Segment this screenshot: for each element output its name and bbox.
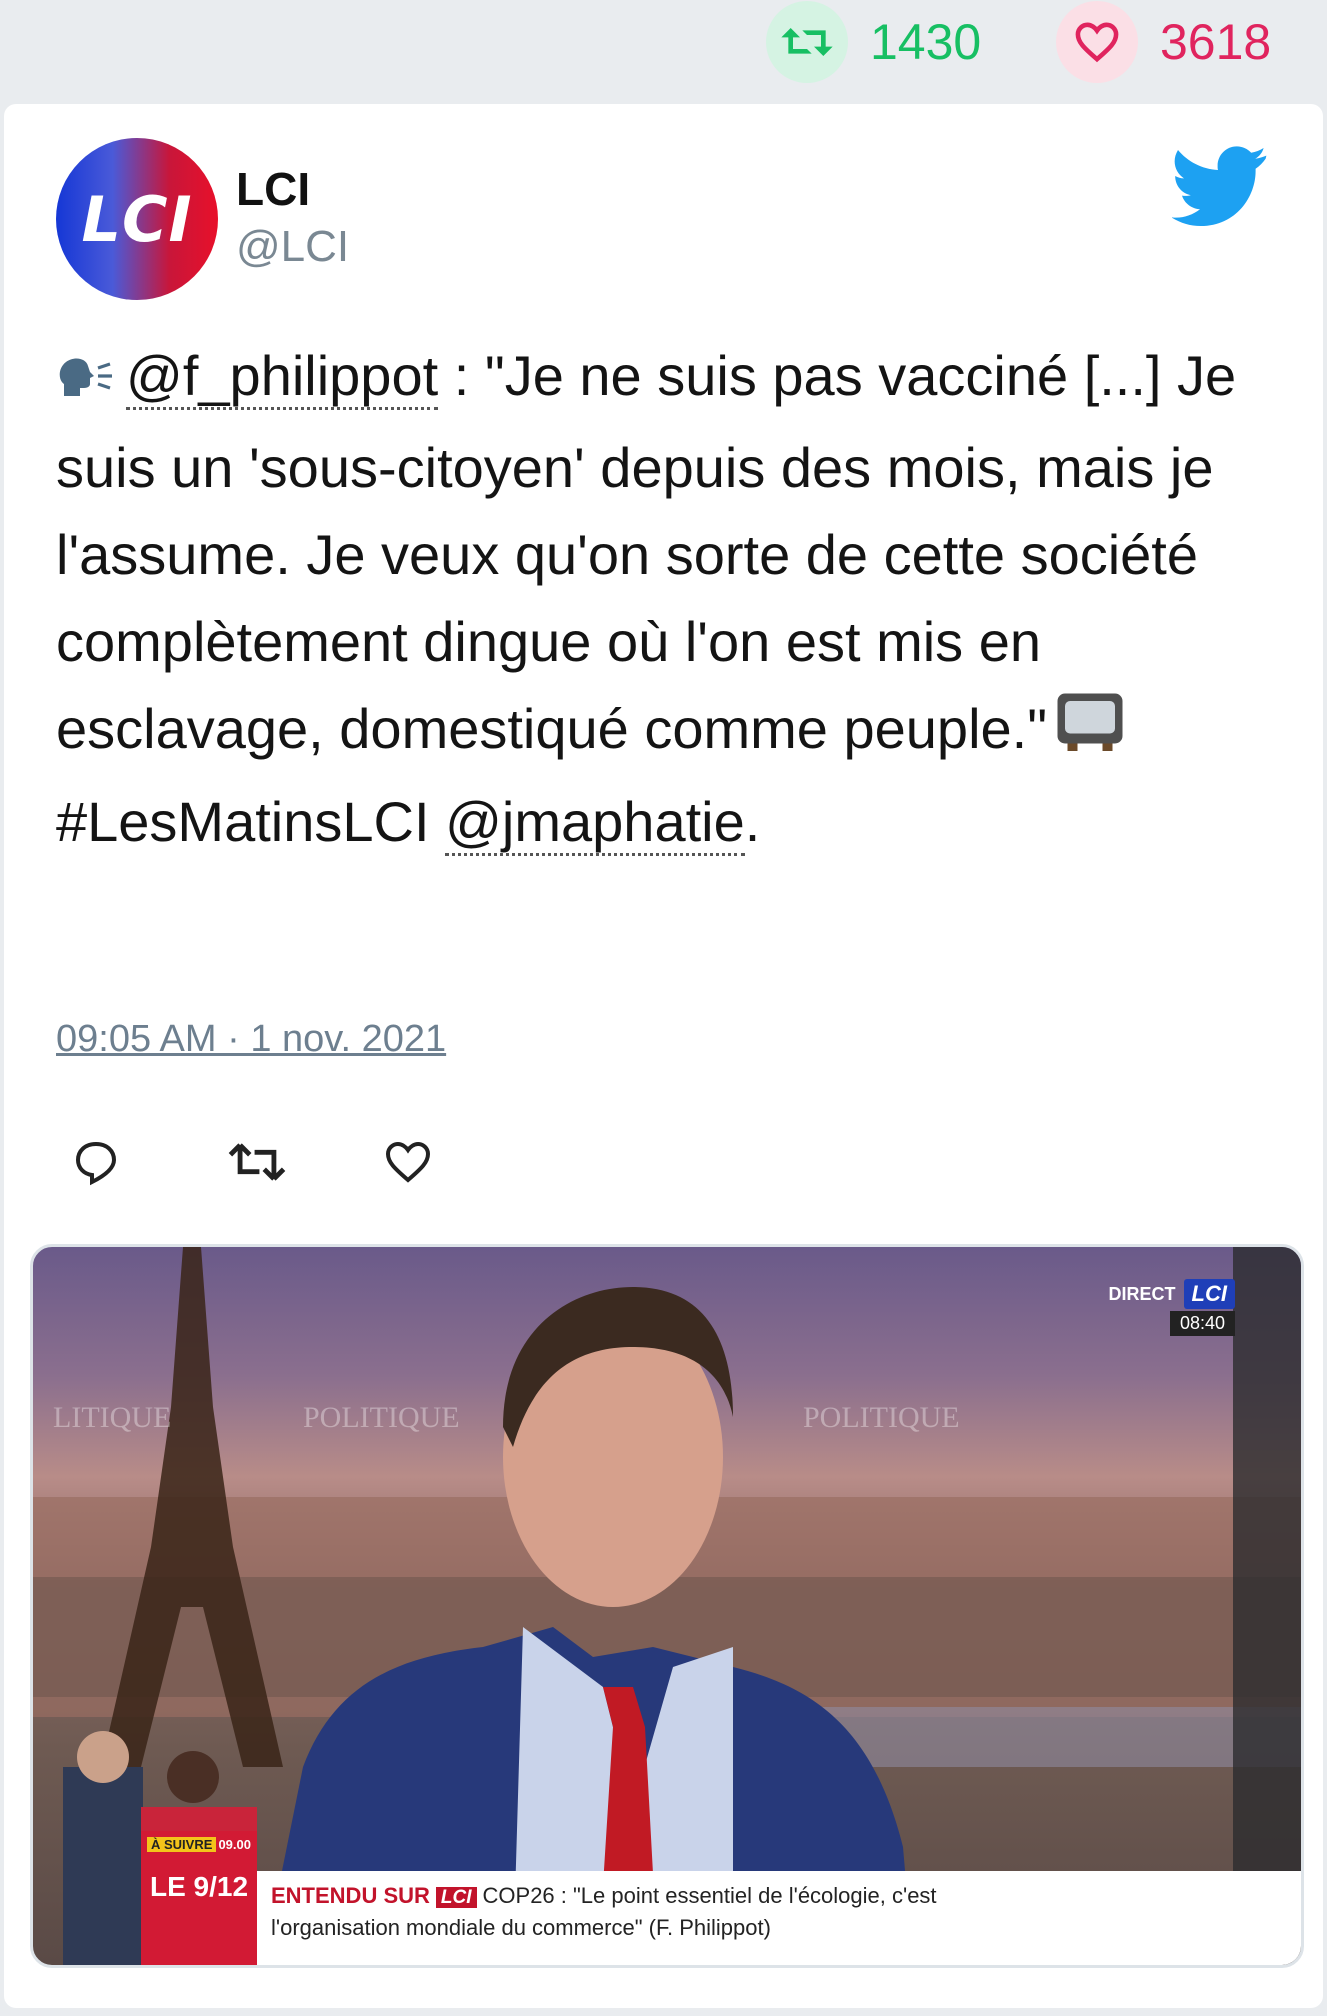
like-count-value: 3618 [1160,14,1272,70]
lower-third-caption: ENTENDU SUR LCI COP26 : "Le point essentie… [257,1871,1301,1965]
hashtag-link[interactable]: #LesMatinsLCI [56,790,430,853]
avatar[interactable]: LCI [56,138,218,300]
svg-text:POLITIQUE: POLITIQUE [803,1401,960,1434]
television-icon [1055,688,1125,778]
live-label: DIRECT [1108,1283,1176,1304]
tweet-text: @f_philippot : "Je ne suis pas vacciné [… [56,332,1286,865]
heart-icon [1056,1,1138,83]
live-bug: DIRECT LCI 08:40 [1109,1279,1235,1336]
caption-line-2: l'organisation mondiale du commerce" (F.… [271,1915,771,1940]
caption-tag: ENTENDU SUR [271,1883,430,1908]
promo-time: 09.00 [218,1837,251,1852]
speaking-head-icon [56,337,116,424]
tweet-timestamp[interactable]: 09:05 AM · 1 nov. 2021 [56,1018,446,1061]
tweet-tail: . [744,789,761,853]
broadcast-time: 08:40 [1169,1311,1235,1336]
mention-link-2[interactable]: @jmaphatie [445,789,745,856]
svg-text:POLITIQUE: POLITIQUE [303,1401,460,1434]
svg-text:LITIQUE: LITIQUE [53,1401,171,1434]
engagement-stats: 1430 3618 [0,0,1327,98]
retweet-count-value: 1430 [870,14,982,70]
retweet-icon [766,1,848,83]
caption-logo: LCI [435,1887,477,1908]
avatar-text: LCI [81,182,193,256]
tweet-card: LCI LCI @LCI @f_philippot : "Je ne suis … [4,104,1323,2008]
author-name[interactable]: LCI [236,162,310,216]
like-action-icon [384,1139,432,1190]
author-handle[interactable]: @LCI [236,222,349,272]
tweet-actions [72,1134,540,1194]
promo-tag: À SUIVRE [147,1837,217,1852]
reply-icon [72,1138,120,1191]
like-button[interactable] [384,1134,540,1194]
mention-link[interactable]: @f_philippot [126,344,439,410]
like-count[interactable]: 3618 [1056,0,1271,84]
retweet-action-icon [228,1140,286,1189]
next-show-promo: À SUIVRE 09.00 LE 9/12 [141,1831,257,1965]
promo-title: LE 9/12 [149,1871,249,1902]
retweet-count[interactable]: 1430 [766,0,981,84]
tweet-media-image[interactable]: LITIQUE POLITIQUE POLITIQUE DIRECT LCI 0… [30,1244,1304,1968]
twitter-bird-icon[interactable] [1171,146,1268,231]
reply-button[interactable] [72,1134,228,1194]
retweet-button[interactable] [228,1134,384,1194]
channel-logo: LCI [1183,1279,1235,1309]
caption-line-1: COP26 : "Le point essentiel de l'écologi… [482,1883,937,1908]
